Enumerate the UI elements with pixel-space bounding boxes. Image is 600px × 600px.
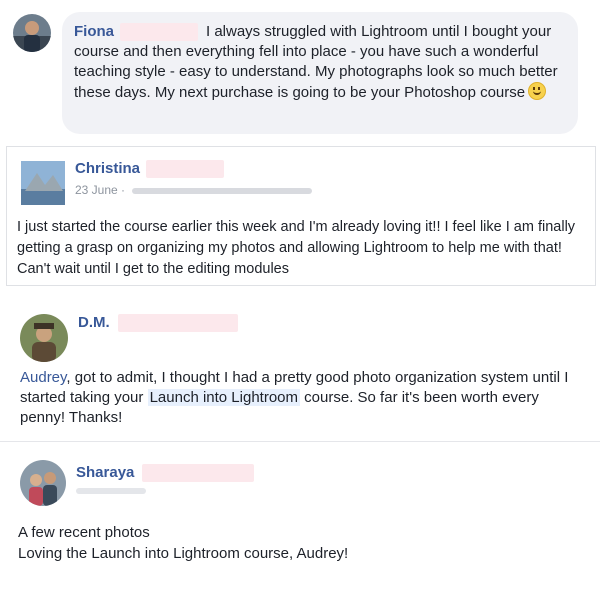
- post-christina: Christina 23 June · I just started the c…: [6, 146, 596, 286]
- comment-dm: D.M. Audrey, got to admit, I thought I h…: [0, 296, 600, 442]
- mention-link[interactable]: Audrey: [20, 369, 66, 386]
- avatar[interactable]: [13, 14, 51, 52]
- date-text[interactable]: 23 June ·: [75, 183, 128, 197]
- redacted-surname: [142, 464, 255, 483]
- course-tag-link[interactable]: Launch into Lightroom: [147, 389, 301, 406]
- post-sharaya: Sharaya A few recent photos Loving the L…: [0, 448, 600, 600]
- post-text: A few recent photos Loving the Launch in…: [18, 522, 578, 564]
- author-name[interactable]: D.M.: [78, 314, 110, 331]
- post-text: I just started the course earlier this w…: [17, 219, 576, 277]
- author-name[interactable]: Christina: [75, 160, 140, 177]
- author-name[interactable]: Fiona: [74, 23, 114, 40]
- smiling-face-icon: [528, 82, 547, 100]
- avatar[interactable]: [21, 161, 65, 205]
- post-line: Loving the Launch into Lightroom course,…: [18, 545, 349, 562]
- avatar[interactable]: [20, 460, 66, 506]
- comment-text: Audrey, got to admit, I thought I had a …: [20, 368, 580, 428]
- comment-header: D.M.: [78, 314, 238, 333]
- blurred-text: [132, 187, 313, 194]
- post-date: 23 June ·: [75, 183, 313, 197]
- comment-fiona: Fiona I always struggled with Lightroom u…: [0, 0, 600, 138]
- redacted-surname: [117, 314, 238, 333]
- comment-bubble: Fiona I always struggled with Lightroom u…: [62, 12, 578, 134]
- redacted-surname: [120, 23, 198, 42]
- post-header: Sharaya: [76, 464, 255, 495]
- author-name[interactable]: Sharaya: [76, 464, 134, 481]
- blurred-timestamp: [76, 488, 146, 495]
- post-header: Christina: [75, 160, 225, 179]
- post-line: A few recent photos: [18, 524, 150, 541]
- avatar[interactable]: [20, 314, 68, 362]
- redacted-surname: [146, 160, 225, 179]
